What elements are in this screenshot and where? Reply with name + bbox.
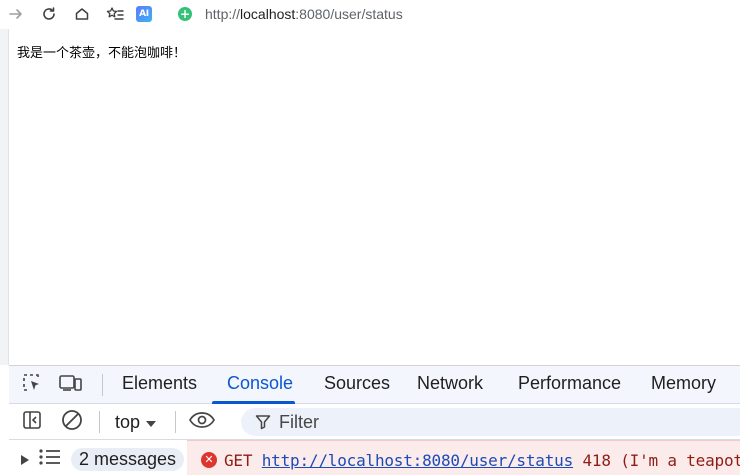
url-text[interactable]: http://localhost:8080/user/status <box>205 6 403 22</box>
console-sidebar: 2 messages <box>9 440 185 475</box>
page-body-text: 我是一个茶壶，不能泡咖啡！ <box>17 46 187 61</box>
list-icon <box>39 449 61 470</box>
page-side-strip <box>0 29 9 365</box>
tab-console[interactable]: Console <box>227 373 293 394</box>
reload-button[interactable] <box>37 2 61 26</box>
select-element-icon <box>22 373 42 397</box>
device-icon <box>59 374 83 396</box>
tab-elements[interactable]: Elements <box>122 373 197 394</box>
forward-button[interactable] <box>4 2 28 26</box>
home-icon <box>74 6 90 22</box>
favorites-button[interactable] <box>103 2 127 26</box>
toolbar-divider <box>99 411 100 433</box>
tab-performance[interactable]: Performance <box>518 373 621 394</box>
messages-count: 2 messages <box>71 448 185 471</box>
console-toolbar: top Filter <box>9 404 740 440</box>
live-expression-button[interactable] <box>189 410 215 434</box>
arrow-right-icon <box>8 6 24 22</box>
device-toolbar-button[interactable] <box>59 374 83 396</box>
tab-sources[interactable]: Sources <box>324 373 390 394</box>
star-list-icon <box>106 6 124 22</box>
context-selector[interactable]: top <box>115 412 157 433</box>
error-url-link[interactable]: http://localhost:8080/user/status <box>262 451 573 470</box>
error-method: GET <box>224 451 253 470</box>
expand-arrow-icon <box>21 449 29 470</box>
filter-placeholder: Filter <box>279 412 319 432</box>
tab-network[interactable]: Network <box>417 373 483 394</box>
block-icon <box>61 409 83 435</box>
clear-console-button[interactable] <box>60 410 84 434</box>
error-message: GET http://localhost:8080/user/status 41… <box>224 451 740 470</box>
address-bar[interactable]: + http://localhost:8080/user/status <box>166 0 740 29</box>
messages-group[interactable]: 2 messages <box>21 448 185 471</box>
error-status: 418 (I'm a teapot) <box>582 451 740 470</box>
error-icon: ✕ <box>201 452 217 468</box>
filter-icon <box>255 414 271 434</box>
console-filter-input[interactable]: Filter <box>241 408 740 436</box>
caret-down-icon <box>146 412 157 433</box>
home-button[interactable] <box>70 2 94 26</box>
url-path: :8080/user/status <box>295 6 403 22</box>
devtools-panel: Elements Console Sources Network Perform… <box>9 365 740 475</box>
url-scheme: http:// <box>205 6 241 22</box>
inspect-element-button[interactable] <box>20 374 44 396</box>
context-value: top <box>115 412 141 432</box>
devtools-tab-bar: Elements Console Sources Network Perform… <box>9 366 740 404</box>
sidebar-icon <box>22 410 42 434</box>
ai-assistant-icon[interactable]: AI <box>136 6 152 22</box>
site-info-icon[interactable]: + <box>178 7 192 21</box>
toggle-sidebar-button[interactable] <box>20 410 44 434</box>
reload-icon <box>41 6 57 22</box>
url-host: localhost <box>240 6 296 22</box>
eye-icon <box>189 411 215 433</box>
toolbar-divider <box>175 411 176 433</box>
toolbar-divider <box>102 374 103 396</box>
console-output: 2 messages ✕ GET http://localhost:8080/u… <box>9 440 740 475</box>
tab-memory[interactable]: Memory <box>651 373 716 394</box>
browser-toolbar: AI + http://localhost:8080/user/status <box>0 0 740 29</box>
console-error-row[interactable]: ✕ GET http://localhost:8080/user/status … <box>187 440 740 475</box>
